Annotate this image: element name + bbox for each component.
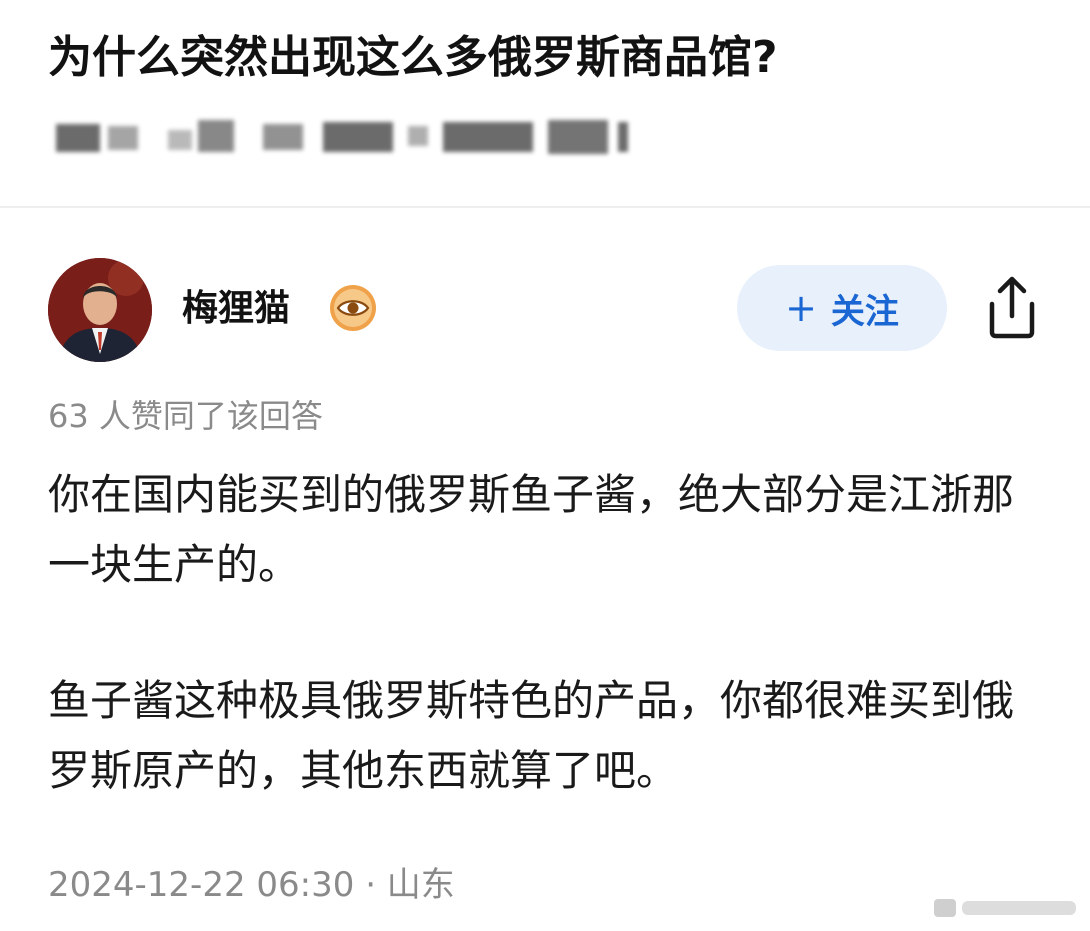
follow-button[interactable]: + 关注 [737, 265, 947, 351]
answer-timestamp: 2024-12-22 06:30 · 山东 [48, 865, 455, 905]
watermark [934, 893, 1080, 923]
author-avatar[interactable] [48, 258, 152, 362]
agree-count: 63 人赞同了该回答 [48, 397, 323, 435]
follow-label: 关注 [830, 291, 899, 332]
blurred-question-meta [48, 112, 628, 158]
answer-paragraph-1: 你在国内能买到的俄罗斯鱼子酱，绝大部分是江浙那一块生产的。 [48, 470, 1015, 589]
author-name[interactable]: 梅狸猫 [182, 282, 290, 336]
answer-paragraph-2: 鱼子酱这种极具俄罗斯特色的产品，你都很难买到俄罗斯原产的，其他东西就算了吧。 [48, 676, 1015, 795]
plus-icon: + [785, 286, 817, 330]
question-title[interactable]: 为什么突然出现这么多俄罗斯商品馆? [48, 28, 1048, 88]
eye-badge-icon [328, 283, 378, 333]
section-divider [0, 206, 1090, 208]
share-icon[interactable] [980, 274, 1044, 340]
